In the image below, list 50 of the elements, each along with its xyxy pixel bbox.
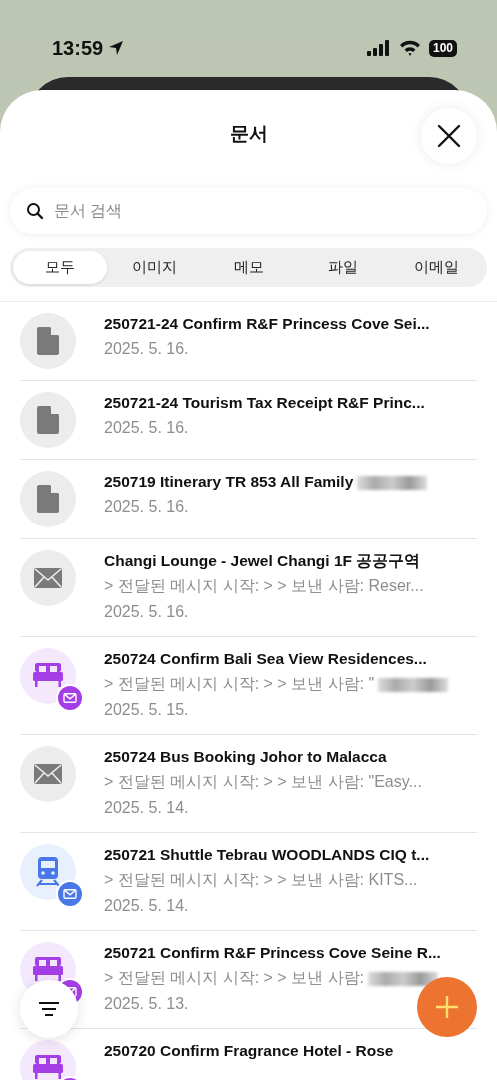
document-title: 250721-24 Confirm R&F Princess Cove Sei... <box>104 315 430 332</box>
email-preview: > 전달된 메시지 시작: > > 보낸 사람: "Easy... <box>104 773 422 790</box>
filter-tab[interactable]: 이메일 <box>389 251 484 284</box>
email-preview: > 전달된 메시지 시작: > > 보낸 사람: <box>104 969 365 986</box>
train-icon <box>35 857 61 887</box>
document-date: 2025. 5. 16. <box>104 340 189 357</box>
clock-time: 13:59 <box>52 36 104 61</box>
document-title: 250720 Confirm Fragrance Hotel - Rose <box>104 1042 394 1059</box>
filter-tab[interactable]: 파일 <box>295 251 390 284</box>
close-icon <box>437 124 461 148</box>
battery-level: 100 <box>428 39 457 57</box>
envelope-icon <box>34 568 62 588</box>
document-title: Changi Lounge - Jewel Changi 1F 공공구역 <box>104 552 421 569</box>
mail-badge-icon <box>56 684 84 712</box>
add-button[interactable] <box>417 977 477 1037</box>
document-date: 2025. 5. 16. <box>104 603 189 620</box>
document-icon <box>37 485 59 513</box>
filter-icon <box>38 1002 60 1016</box>
document-date: 2025. 5. 16. <box>104 419 189 436</box>
wifi-icon <box>398 40 421 56</box>
document-title: 250719 Itinerary TR 853 All Family <box>104 473 354 490</box>
search-icon <box>26 202 44 220</box>
filter-tab[interactable]: 메모 <box>201 251 296 284</box>
document-title: 250721 Confirm R&F Princess Cove Seine R... <box>104 944 441 961</box>
document-title: 250724 Confirm Bali Sea View Residences... <box>104 650 427 667</box>
filter-button[interactable] <box>20 980 78 1038</box>
document-date: 2025. 5. 16. <box>104 498 189 515</box>
sheet-title: 문서 <box>229 122 268 146</box>
filter-tab[interactable]: 이미지 <box>107 251 202 284</box>
document-date: 2025. 5. 15. <box>104 701 189 718</box>
plus-icon <box>435 995 459 1019</box>
bed-icon <box>33 663 63 689</box>
filter-tab[interactable]: 모두 <box>13 251 108 284</box>
document-date: 2025. 5. 13. <box>104 995 189 1012</box>
document-title: 250721 Shuttle Tebrau WOODLANDS CIQ t... <box>104 846 430 863</box>
email-preview: > 전달된 메시지 시작: > > 보낸 사람: " <box>104 675 375 692</box>
mail-badge-icon <box>56 880 84 908</box>
search-field[interactable]: 문서 검색 <box>10 188 487 234</box>
location-arrow-icon <box>107 39 126 57</box>
email-preview: > 전달된 메시지 시작: > > 보낸 사람: KITS... <box>104 871 418 888</box>
bed-icon <box>33 957 63 983</box>
document-title: 250724 Bus Booking Johor to Malacca <box>104 748 387 765</box>
document-icon <box>37 406 59 434</box>
document-title: 250721-24 Tourism Tax Receipt R&F Princ... <box>104 394 425 411</box>
email-preview: > 전달된 메시지 시작: > > 보낸 사람: Reser... <box>104 577 424 594</box>
envelope-icon <box>34 764 62 784</box>
document-date: 2025. 5. 14. <box>104 897 189 914</box>
document-date: 2025. 5. 14. <box>104 799 189 816</box>
document-icon <box>37 327 59 355</box>
signal-icon <box>366 40 391 56</box>
